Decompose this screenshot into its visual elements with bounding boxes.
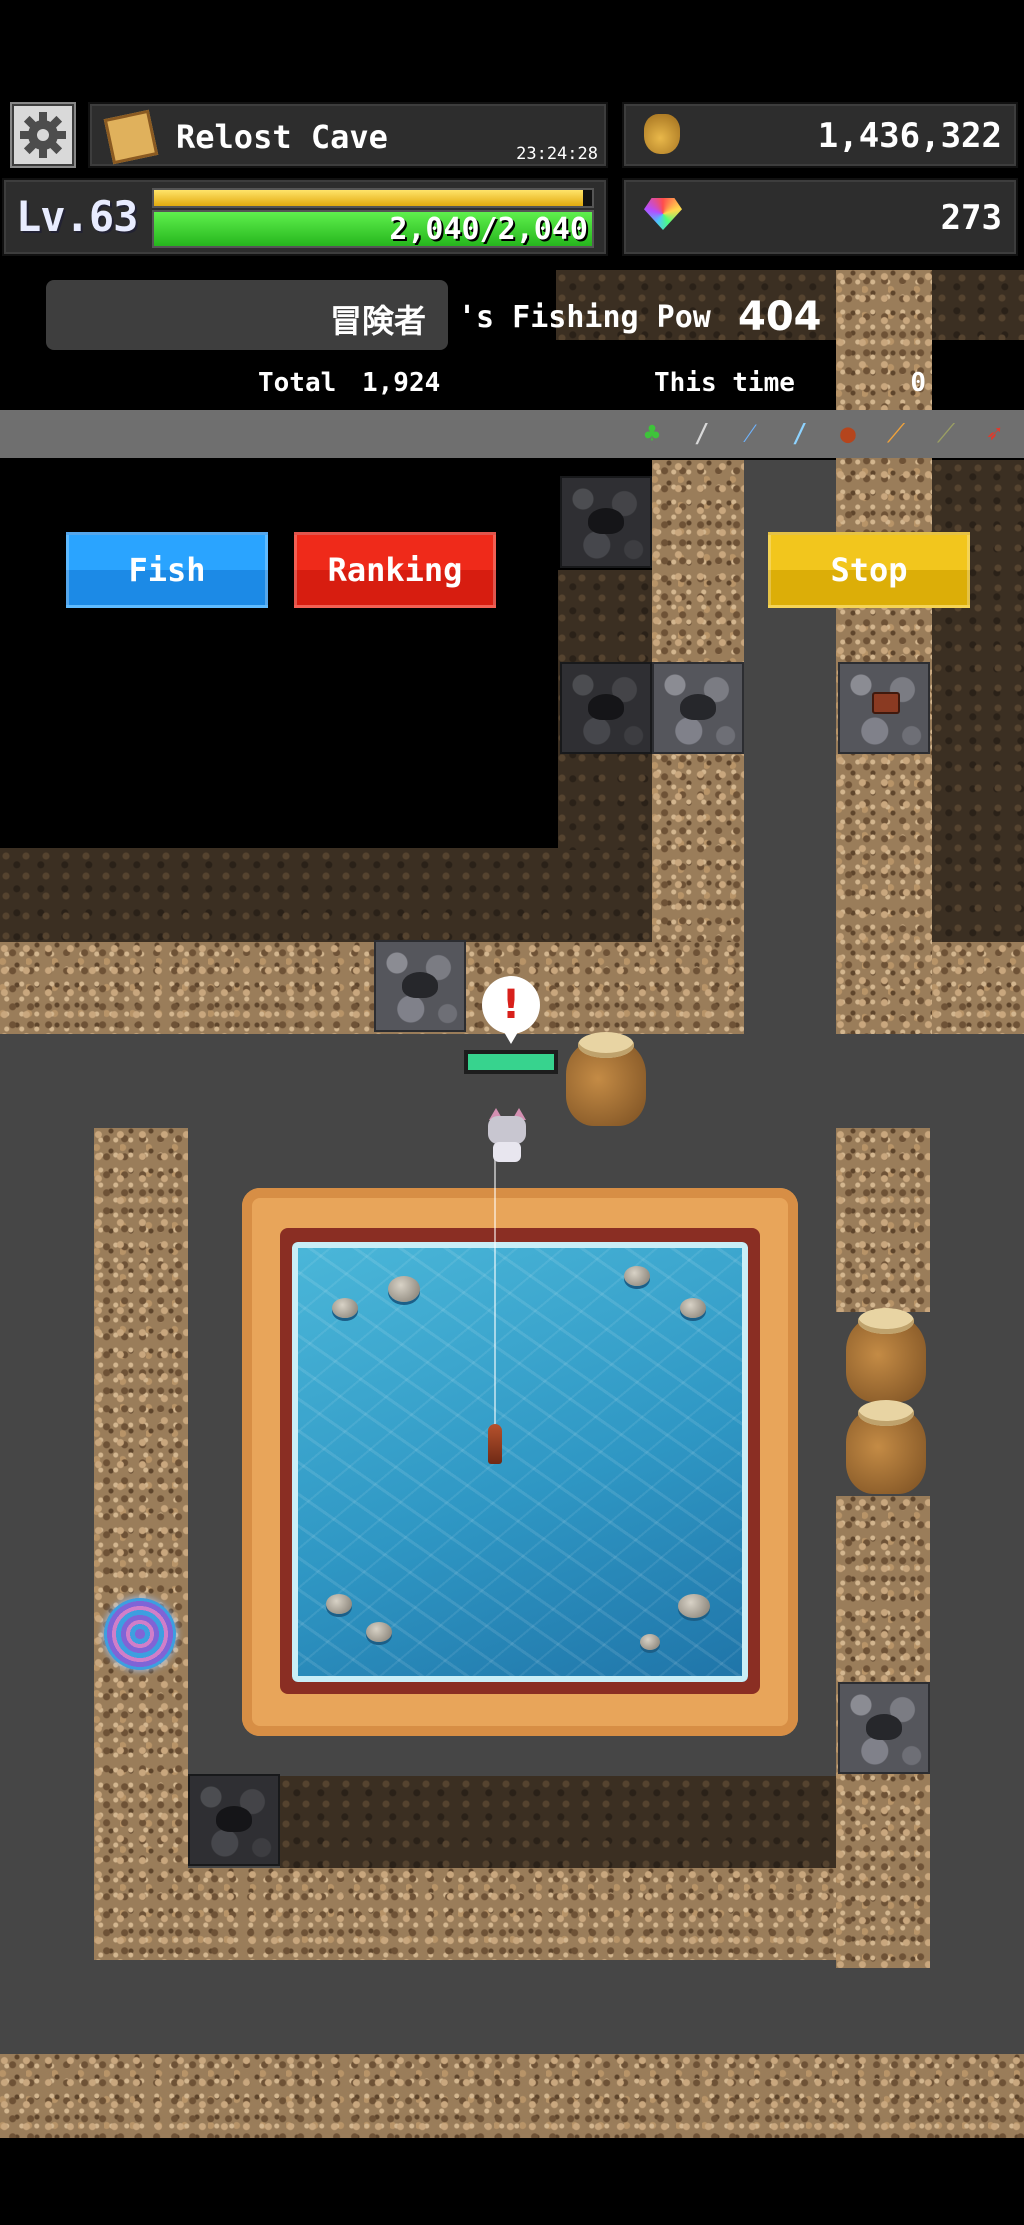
total-label: Total [258, 368, 337, 398]
location-name: Relost Cave [176, 118, 388, 156]
clover-icon[interactable]: ♣ [634, 416, 670, 452]
pond-stone [640, 1634, 660, 1650]
character-hp-bar [464, 1050, 558, 1074]
settings-button[interactable] [10, 102, 76, 168]
dirt-wall-left [94, 1128, 188, 1960]
warp-portal[interactable] [104, 1598, 176, 1670]
fishing-float [488, 1424, 502, 1464]
dirt-wall-bottom [94, 1868, 930, 1960]
this-time-value: 0 [910, 368, 926, 398]
this-time-label: This time [654, 368, 795, 398]
clay-jar[interactable] [846, 1400, 926, 1494]
player-name-box: 冒険者 [46, 280, 448, 350]
rock-tile [838, 1682, 930, 1774]
item-strip [0, 410, 1024, 458]
fishing-pow-value: 404 [738, 294, 822, 340]
clock-text: 23:24:28 [516, 144, 598, 164]
pond-stone [366, 1622, 392, 1642]
meat-icon[interactable]: ● [830, 416, 866, 452]
pond-stone [388, 1276, 420, 1302]
exclamation-alert-icon: ! [482, 976, 540, 1044]
rock-tile [374, 940, 466, 1032]
dirt-band-mid [0, 942, 744, 1034]
pond-stone [678, 1594, 710, 1618]
total-value: 1,924 [362, 368, 441, 398]
level-label: Lv.63 [16, 192, 138, 241]
torch-icon[interactable]: ⟋ [878, 416, 914, 452]
clay-jar[interactable] [566, 1032, 646, 1126]
sword-icon[interactable]: / [684, 416, 720, 452]
gold-bag-icon [644, 114, 680, 154]
void-bottom [0, 2138, 1024, 2225]
rock-tile [188, 1774, 280, 1866]
pond-stone [326, 1594, 352, 1614]
rock-tile [652, 662, 744, 754]
rainbow-gem-icon [644, 198, 682, 230]
map-scroll-icon [103, 109, 159, 165]
gem-panel: 273 [622, 178, 1018, 256]
pond-stone [624, 1266, 650, 1286]
bone-fish-icon[interactable]: ⟋ [928, 416, 964, 452]
pond-stone [332, 1298, 358, 1318]
overlay-panel [0, 458, 558, 848]
gold-panel: 1,436,322 [622, 102, 1018, 168]
ranking-button[interactable]: Ranking [294, 532, 496, 608]
blue-fish-icon[interactable]: ⁄ [732, 416, 768, 452]
fishing-pow-label: 's Fishing Pow [458, 300, 711, 335]
fish-button[interactable]: Fish [66, 532, 268, 608]
dark-dirt-left-band [0, 848, 652, 942]
rock-tile [560, 476, 652, 568]
rock-tile [560, 662, 652, 754]
gold-amount: 1,436,322 [817, 116, 1002, 156]
stop-button[interactable]: Stop [768, 532, 970, 608]
dirt-band-bottom [0, 2054, 1024, 2138]
dirt-wall-right-top [836, 1128, 930, 1312]
dirt-right-low [932, 942, 1024, 1034]
location-panel[interactable]: Relost Cave 23:24:28 [88, 102, 608, 168]
clay-jar[interactable] [846, 1308, 926, 1402]
player-cat-character [484, 1108, 530, 1164]
exp-bar [152, 188, 594, 208]
pond-stone [680, 1298, 706, 1318]
exp-bar-fill [154, 190, 584, 206]
player-name: 冒険者 [329, 302, 426, 340]
fishing-line [494, 1150, 496, 1430]
gem-amount: 273 [940, 198, 1002, 238]
shrimp-icon[interactable]: ➶ [976, 416, 1012, 452]
dark-dirt-bottom [280, 1776, 836, 1868]
hp-text: 2,040/2,040 [389, 212, 588, 247]
gear-icon [20, 112, 66, 158]
level-panel: Lv.63 2,040/2,040 [2, 178, 608, 256]
blue-blade-icon[interactable]: / [782, 416, 818, 452]
hud: Relost Cave 23:24:28 1,436,322 Lv.63 2,0… [0, 0, 1024, 458]
ore-rock-tile [838, 662, 930, 754]
